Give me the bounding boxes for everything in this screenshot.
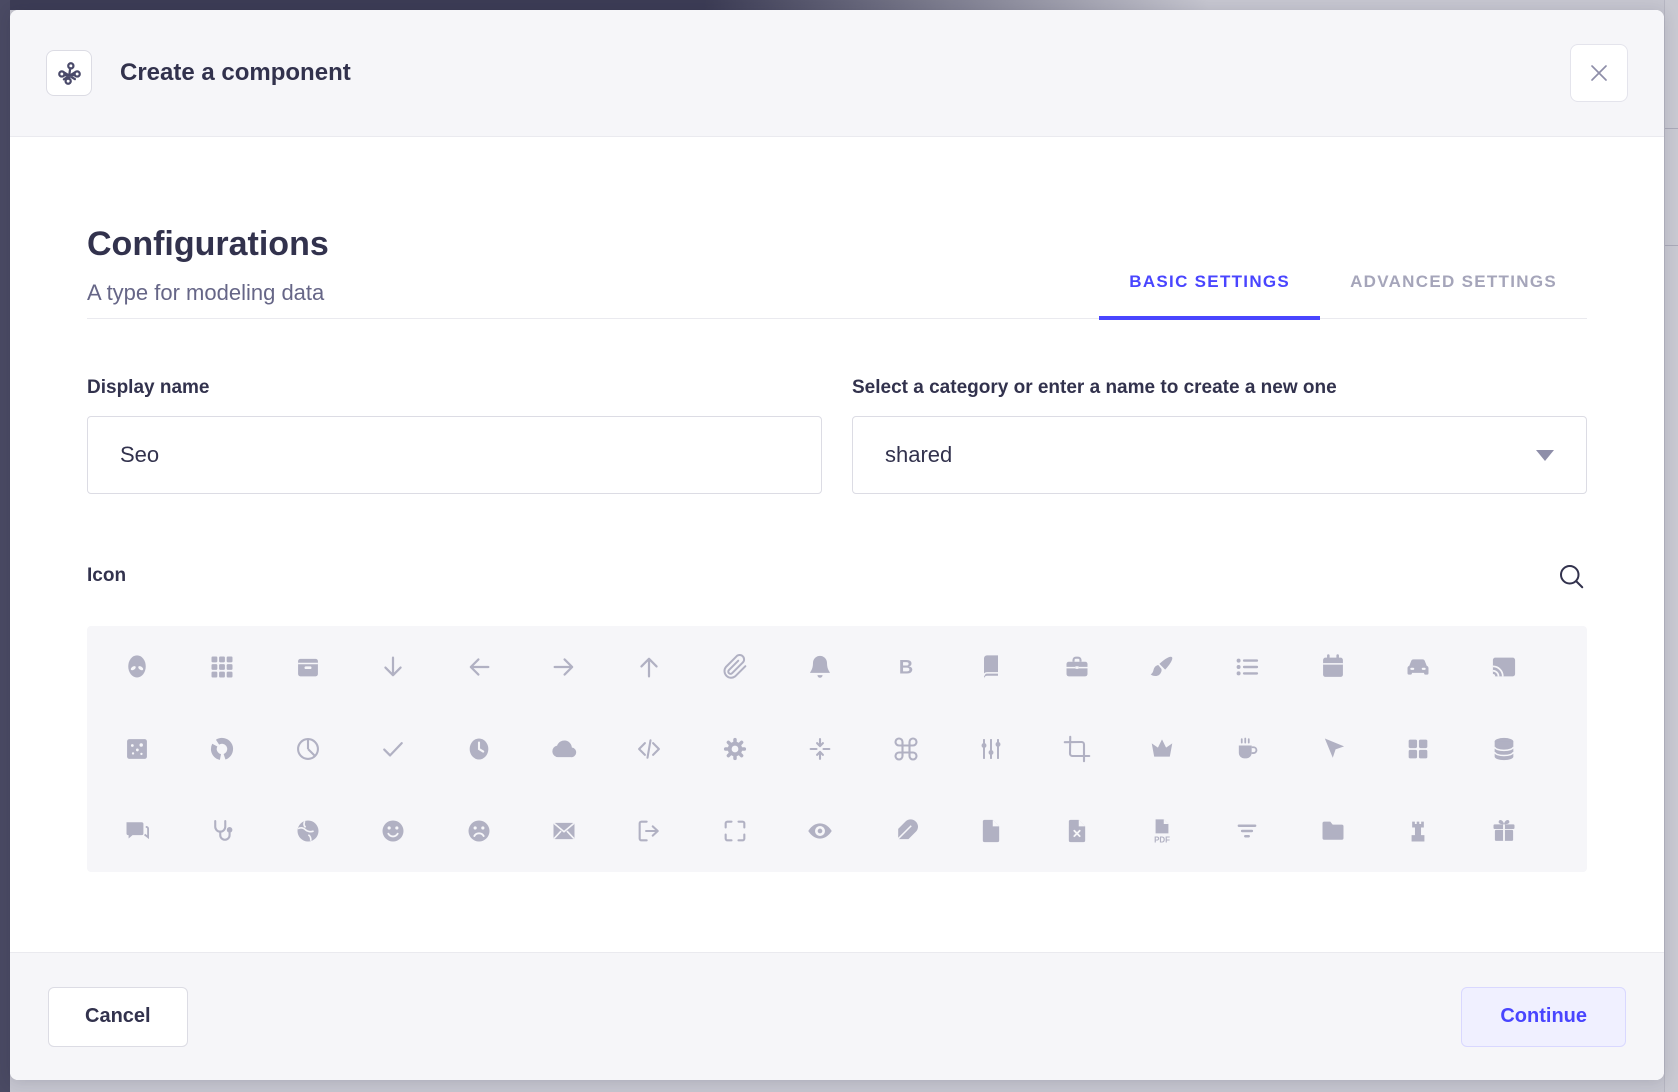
bullet-list-icon[interactable] <box>1233 653 1261 681</box>
clock-icon[interactable] <box>465 735 493 763</box>
file-error-icon[interactable] <box>1063 817 1091 845</box>
arrow-left-icon[interactable] <box>465 653 493 681</box>
attachment-icon[interactable] <box>721 653 749 681</box>
chart-circle-icon[interactable] <box>208 735 236 763</box>
create-component-modal: Create a component Configurations A type… <box>10 10 1664 1080</box>
book-icon[interactable] <box>977 653 1005 681</box>
category-select-value: shared <box>885 442 952 468</box>
cup-icon[interactable] <box>1233 735 1261 763</box>
close-button[interactable] <box>1570 44 1628 102</box>
modal-header: Create a component <box>10 10 1664 137</box>
backdrop-top <box>0 0 1678 10</box>
display-name-label: Display name <box>87 377 822 399</box>
settings-tabs: BASIC SETTINGS ADVANCED SETTINGS <box>1099 272 1587 320</box>
brush-icon[interactable] <box>1148 653 1176 681</box>
icon-section: Icon B PDF <box>87 560 1587 872</box>
emotion-happy-icon[interactable] <box>379 817 407 845</box>
category-field: Select a category or enter a name to cre… <box>852 377 1587 494</box>
crop-icon[interactable] <box>1063 735 1091 763</box>
briefcase-icon[interactable] <box>1063 653 1091 681</box>
eye-icon[interactable] <box>806 817 834 845</box>
modal-title: Create a component <box>120 59 351 87</box>
arrow-right-icon[interactable] <box>550 653 578 681</box>
chart-pie-icon[interactable] <box>294 735 322 763</box>
dashboard-icon[interactable] <box>1404 735 1432 763</box>
arrow-up-icon[interactable] <box>635 653 663 681</box>
cog-icon[interactable] <box>721 735 749 763</box>
page-title: Configurations <box>87 225 329 264</box>
modal-body: Configurations A type for modeling data … <box>10 137 1664 872</box>
folder-icon[interactable] <box>1319 817 1347 845</box>
tab-basic-settings[interactable]: BASIC SETTINGS <box>1099 272 1320 320</box>
check-icon[interactable] <box>379 735 407 763</box>
chart-bubble-icon[interactable] <box>123 735 151 763</box>
envelop-icon[interactable] <box>550 817 578 845</box>
svg-text:B: B <box>899 656 913 678</box>
code-icon[interactable] <box>635 735 663 763</box>
chevron-down-icon <box>1536 450 1554 461</box>
icon-grid-row: B <box>111 626 1563 708</box>
connector-icon[interactable] <box>977 735 1005 763</box>
discuss-icon[interactable] <box>123 817 151 845</box>
bold-icon[interactable]: B <box>892 653 920 681</box>
file-pdf-icon[interactable]: PDF <box>1148 817 1176 845</box>
exit-icon[interactable] <box>635 817 663 845</box>
gate-icon[interactable] <box>1404 817 1432 845</box>
display-name-field: Display name <box>87 377 822 494</box>
feather-icon[interactable] <box>892 817 920 845</box>
page-scrollbar[interactable] <box>1664 0 1678 1092</box>
icon-grid: B PDF <box>87 626 1587 872</box>
icon-label: Icon <box>87 565 126 587</box>
file-icon[interactable] <box>977 817 1005 845</box>
gift-icon[interactable] <box>1490 817 1518 845</box>
modal-footer: Cancel Continue <box>10 952 1664 1080</box>
car-icon[interactable] <box>1404 653 1432 681</box>
calendar-icon[interactable] <box>1319 653 1347 681</box>
bell-icon[interactable] <box>806 653 834 681</box>
display-name-input[interactable] <box>120 442 789 468</box>
collapse-icon[interactable] <box>806 735 834 763</box>
alien-icon[interactable] <box>123 653 151 681</box>
apps-icon[interactable] <box>208 653 236 681</box>
category-label: Select a category or enter a name to cre… <box>852 377 1587 399</box>
crown-icon[interactable] <box>1148 735 1176 763</box>
cloud-icon[interactable] <box>550 735 578 763</box>
page-subtitle: A type for modeling data <box>87 280 329 306</box>
category-select[interactable]: shared <box>852 416 1587 494</box>
icon-grid-row: PDF <box>111 790 1563 872</box>
search-icon[interactable] <box>1555 560 1587 592</box>
earth-icon[interactable] <box>294 817 322 845</box>
database-icon[interactable] <box>1490 735 1518 763</box>
arrow-down-icon[interactable] <box>379 653 407 681</box>
cast-icon[interactable] <box>1490 653 1518 681</box>
svg-text:PDF: PDF <box>1154 836 1170 845</box>
doctor-icon[interactable] <box>208 817 236 845</box>
emotion-unhappy-icon[interactable] <box>465 817 493 845</box>
section-head: Configurations A type for modeling data … <box>87 225 1587 319</box>
fields-row: Display name Select a category or enter … <box>87 377 1587 494</box>
icon-grid-row <box>111 708 1563 790</box>
expand-icon[interactable] <box>721 817 749 845</box>
archive-icon[interactable] <box>294 653 322 681</box>
cancel-button[interactable]: Cancel <box>48 987 188 1047</box>
filter-icon[interactable] <box>1233 817 1261 845</box>
component-icon <box>46 50 92 96</box>
tab-advanced-settings[interactable]: ADVANCED SETTINGS <box>1320 272 1587 320</box>
backdrop-left <box>0 0 10 1092</box>
continue-button[interactable]: Continue <box>1461 987 1626 1047</box>
cursor-icon[interactable] <box>1319 735 1347 763</box>
command-icon[interactable] <box>892 735 920 763</box>
